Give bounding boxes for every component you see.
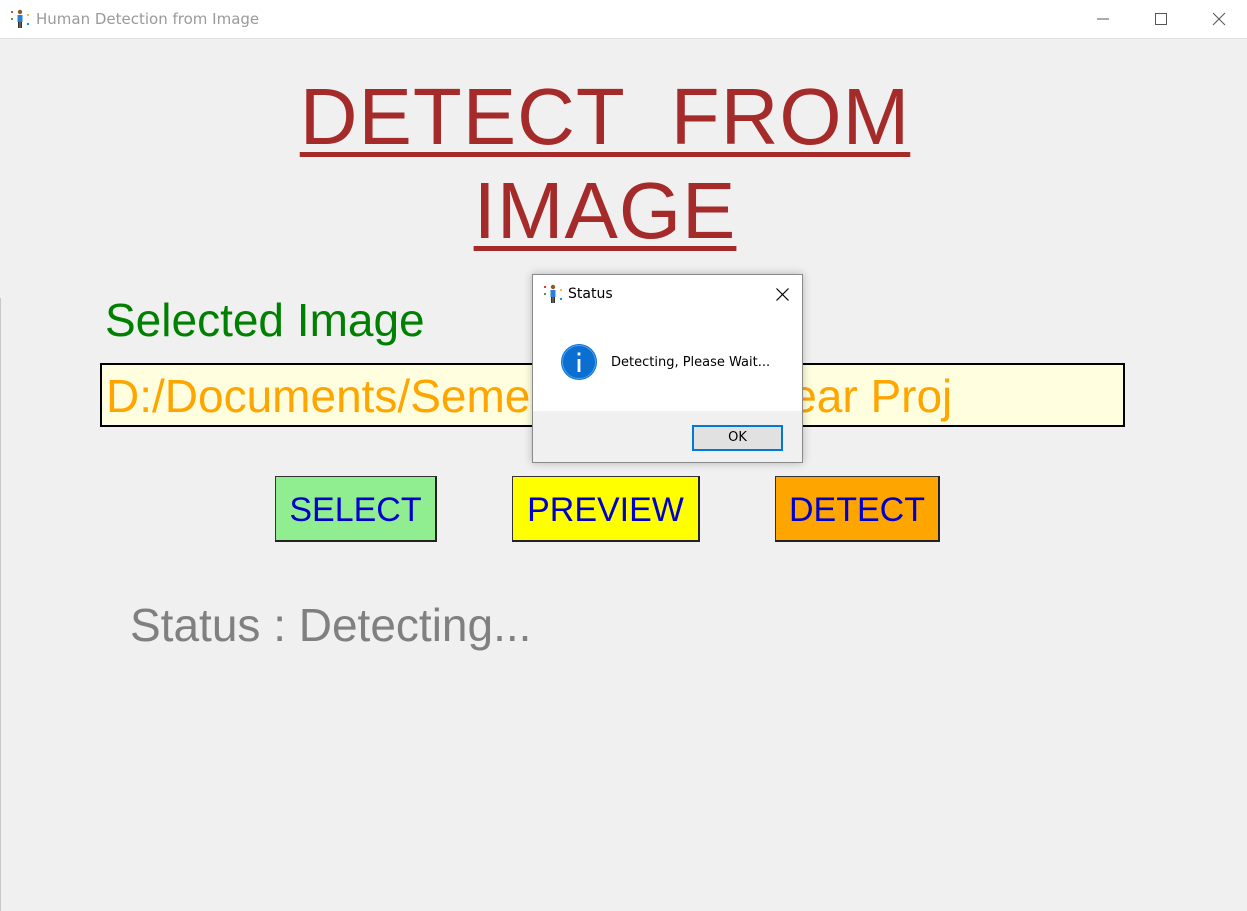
selected-path-value: D:/Documents/Semester 6 - 3rd Year Proj (106, 370, 953, 422)
maximize-icon (1155, 13, 1167, 25)
preview-button[interactable]: PREVIEW (512, 476, 700, 542)
selected-image-label: Selected Image (105, 294, 425, 346)
window-title: Human Detection from Image (36, 10, 260, 28)
detect-button[interactable]: DETECT (775, 476, 940, 542)
title-bar[interactable]: Human Detection from Image (0, 0, 1247, 39)
window-edge (0, 298, 1, 911)
status-dialog: Status Detecting, Please Wait... OK (532, 274, 803, 463)
close-icon (1212, 12, 1226, 26)
page-title: DETECT FROM IMAGE (200, 70, 1010, 258)
minimize-icon (1097, 18, 1109, 20)
minimize-button[interactable] (1074, 0, 1132, 38)
main-window: Human Detection from Image DETECT FROM I… (0, 0, 1247, 911)
close-button[interactable] (1190, 0, 1247, 38)
select-button[interactable]: SELECT (275, 476, 437, 542)
status-label: Status : Detecting... (130, 599, 532, 651)
dialog-close-button[interactable] (769, 283, 795, 305)
close-icon (776, 288, 789, 301)
dialog-title: Status (568, 286, 613, 302)
dialog-message: Detecting, Please Wait... (611, 355, 771, 370)
page-title-line1: DETECT FROM (299, 72, 911, 161)
person-icon (543, 284, 563, 304)
info-icon (560, 343, 598, 381)
dialog-footer: OK (533, 411, 802, 462)
ok-button[interactable]: OK (692, 425, 783, 451)
page-title-line2: IMAGE (473, 166, 737, 255)
maximize-button[interactable] (1132, 0, 1190, 38)
person-icon (10, 9, 30, 29)
